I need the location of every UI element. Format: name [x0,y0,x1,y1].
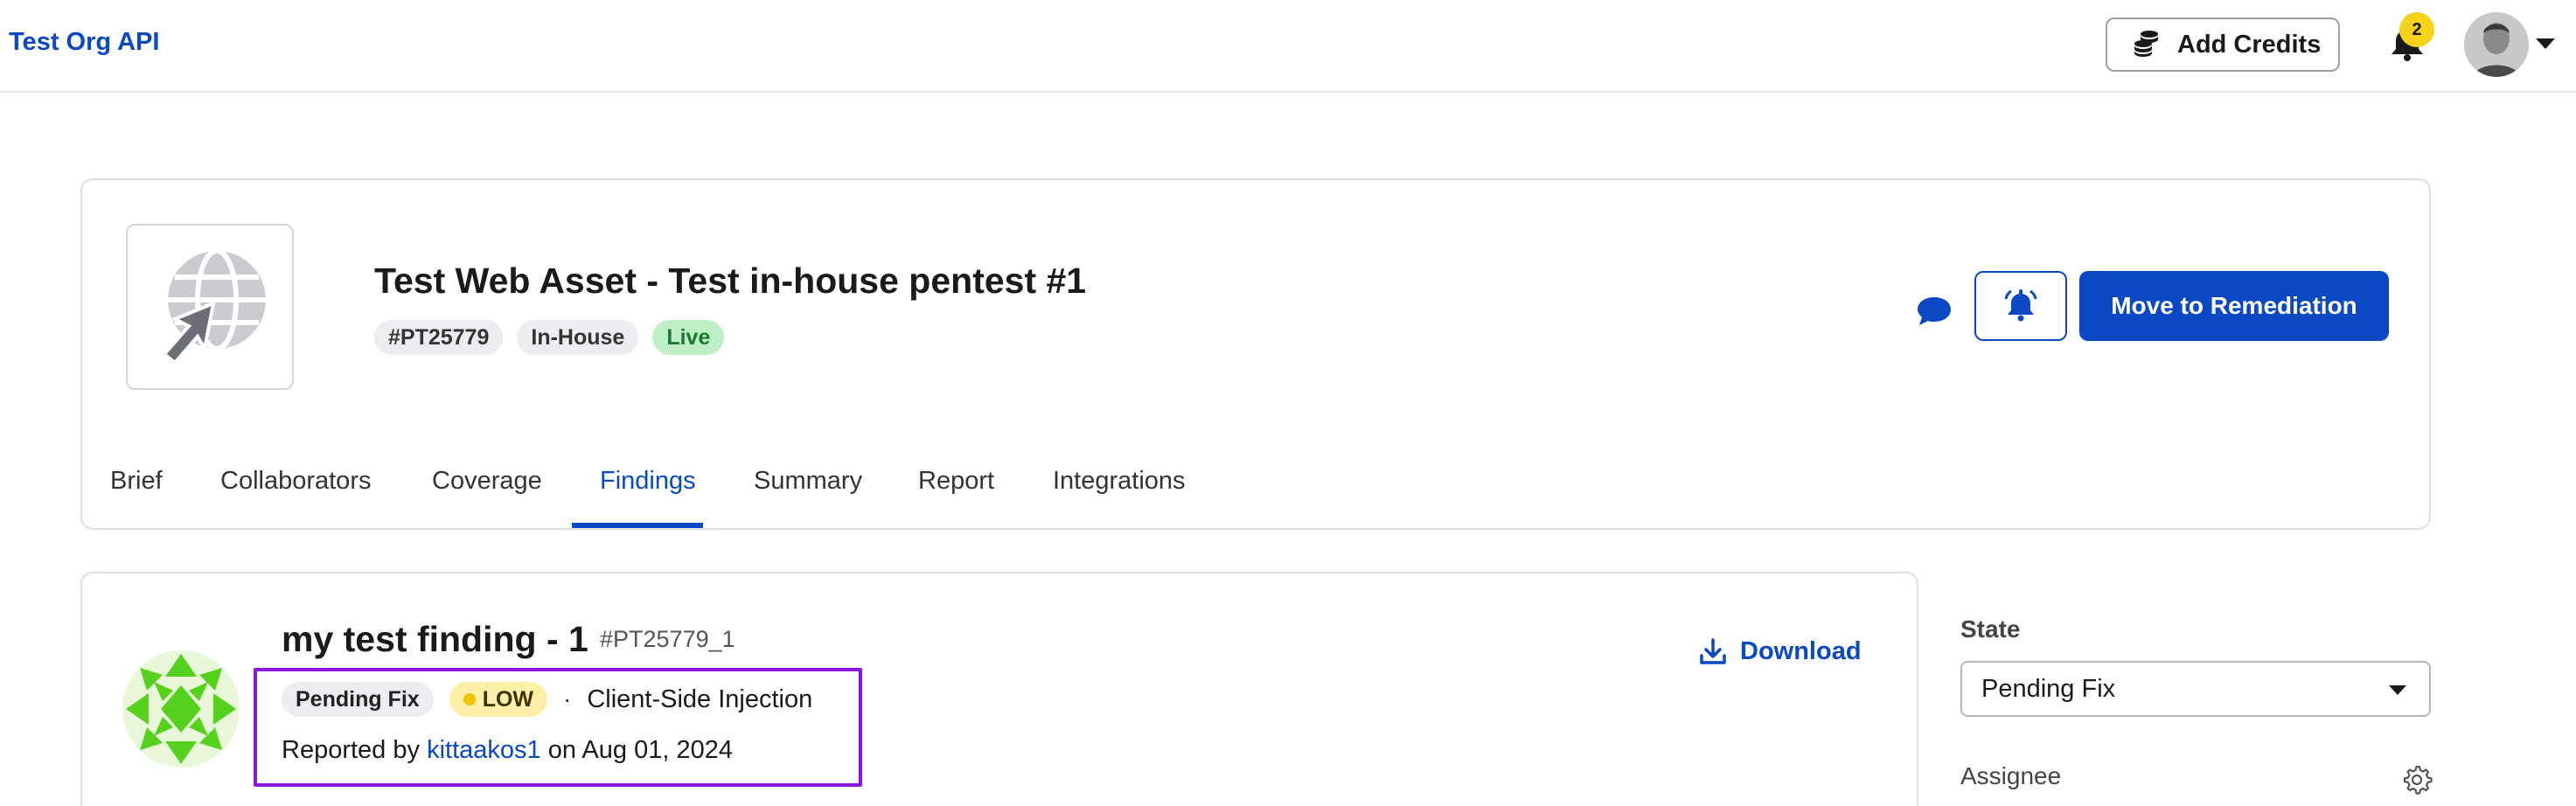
asset-status-tag: Live [652,320,725,355]
reported-line: Reported by kittaakos1 on Aug 01, 2024 [282,736,733,765]
globe-cursor-icon [162,248,266,365]
asset-tags: #PT25779 In-House Live [374,320,725,355]
reporter-link[interactable]: kittaakos1 [427,736,541,764]
finding-state-pill: Pending Fix [282,682,434,717]
finding-tags: Pending Fix LOW · Client-Side Injection [282,682,812,717]
download-icon [1700,638,1726,664]
severity-dot-icon [463,693,476,705]
chat-icon [1918,297,1951,325]
finding-category: Client-Side Injection [587,684,813,713]
state-select-value: Pending Fix [1981,674,2116,703]
finding-card: my test finding - 1 #PT25779_1 Download … [80,572,1918,806]
org-name-link[interactable]: Test Org API [9,28,159,57]
asset-title: Test Web Asset - Test in-house pentest #… [374,261,1087,301]
state-label: State [1960,615,2021,643]
active-tab-indicator [572,523,703,528]
caret-down-icon[interactable] [2536,38,2555,49]
reported-date: on Aug 01, 2024 [547,736,733,764]
move-to-remediation-button[interactable]: Move to Remediation [2079,271,2389,341]
asset-logo [126,224,294,390]
finding-id: #PT25779_1 [600,626,735,652]
add-credits-label: Add Credits [2177,30,2322,59]
asset-id-tag: #PT25779 [374,320,504,355]
notification-count-badge: 2 [2399,12,2434,47]
user-avatar[interactable] [2464,12,2529,77]
tab-summary[interactable]: Summary [754,448,862,530]
tab-integrations[interactable]: Integrations [1053,448,1186,530]
separator-dot: · [563,685,572,712]
assignee-label: Assignee [1960,762,2062,789]
state-select[interactable]: Pending Fix [1960,661,2431,717]
download-button[interactable]: Download [1698,636,1862,666]
gear-icon [2403,765,2433,795]
finding-title: my test finding - 1 [282,619,588,659]
download-label: Download [1740,636,1862,665]
caret-down-icon [2389,685,2406,695]
reporter-avatar [122,650,240,768]
reported-prefix: Reported by [282,736,420,764]
add-credits-button[interactable]: Add Credits [2106,17,2340,72]
asset-type-tag: In-House [517,320,639,355]
assignee-settings-button[interactable] [2401,764,2433,796]
tab-findings[interactable]: Findings [600,448,696,530]
subscribe-button[interactable] [1974,271,2067,341]
tab-brief[interactable]: Brief [110,448,163,530]
comments-button[interactable] [1913,290,1955,332]
severity-badge: LOW [449,682,548,717]
tab-collaborators[interactable]: Collaborators [220,448,371,530]
asset-card: Test Web Asset - Test in-house pentest #… [80,178,2431,530]
coins-icon [2132,28,2162,62]
bell-ring-icon [2004,289,2037,322]
tab-bar: Brief Collaborators Coverage Findings Su… [82,448,2429,530]
severity-label: LOW [482,686,534,712]
tab-coverage[interactable]: Coverage [432,448,542,530]
top-bar: Test Org API Add Credits 2 [0,0,2576,93]
tab-report[interactable]: Report [918,448,994,530]
